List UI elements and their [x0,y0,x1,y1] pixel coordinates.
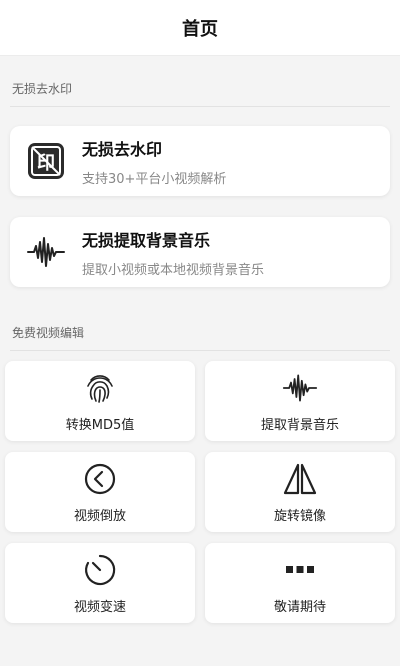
tool-reverse-video[interactable]: 视频倒放 [5,452,195,532]
tool-label: 视频变速 [73,599,126,615]
mirror-icon [282,461,318,497]
tool-speed-change[interactable]: 视频变速 [5,543,195,623]
section-title-lossless: 无损去水印 [12,82,73,96]
soundwave-icon [282,370,318,406]
more-icon [282,552,318,588]
card-title: 无损去水印 [82,139,163,159]
tool-label: 旋转镜像 [273,508,326,524]
tool-label: 敬请期待 [273,599,326,615]
timer-icon [82,552,118,588]
tool-extract-music[interactable]: 提取背景音乐 [205,361,395,441]
tool-md5[interactable]: 转换MD5值 [5,361,195,441]
card-subtitle: 提取小视频或本地视频背景音乐 [82,262,265,278]
watermark-icon: 印 [26,141,66,181]
watermark-icon-glyph: 印 [37,153,55,174]
top-nav-bar: 首页 [0,0,400,56]
soundwave-icon [26,232,66,272]
section-divider [10,350,390,351]
remove-watermark-card[interactable]: 印 无损去水印 支持30+平台小视频解析 [10,126,390,196]
tool-label: 视频倒放 [73,508,126,524]
tool-label: 提取背景音乐 [260,417,339,433]
tool-rotate-mirror[interactable]: 旋转镜像 [205,452,395,532]
section-divider [10,106,390,107]
card-subtitle: 支持30+平台小视频解析 [82,171,227,187]
card-title: 无损提取背景音乐 [82,230,211,250]
tool-label: 转换MD5值 [65,417,135,433]
tool-coming-soon[interactable]: 敬请期待 [205,543,395,623]
extract-music-card[interactable]: 无损提取背景音乐 提取小视频或本地视频背景音乐 [10,217,390,287]
section-title-free-edit: 免费视频编辑 [12,326,85,340]
fingerprint-icon [82,370,118,406]
page-title: 首页 [182,18,218,40]
rewind-icon [82,461,118,497]
